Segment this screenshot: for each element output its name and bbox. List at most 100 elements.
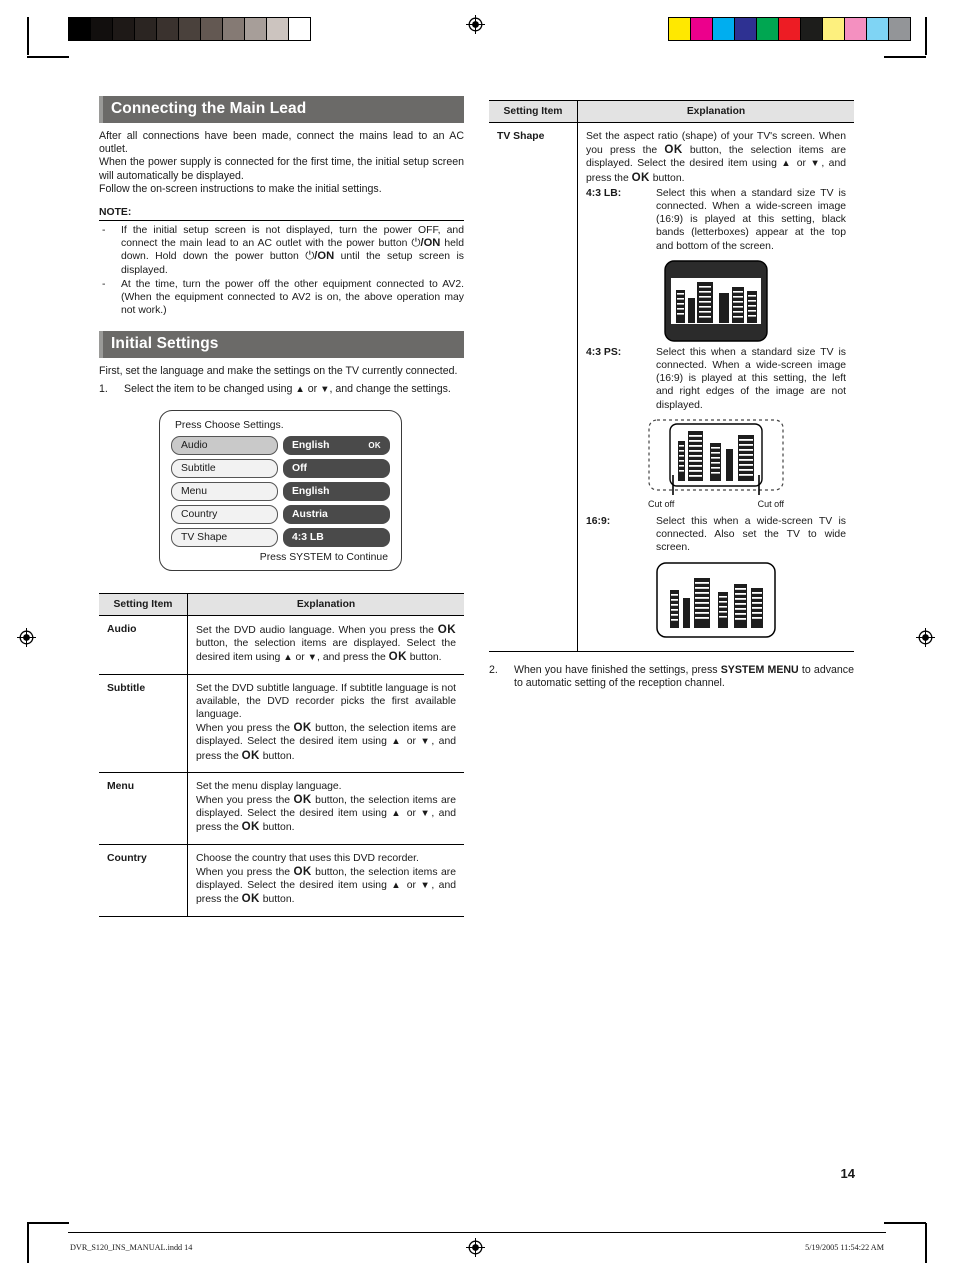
text-run: button. <box>649 172 685 184</box>
definition-term-4-3-lb: 4:3 LB: <box>586 187 622 199</box>
calibration-swatch <box>779 18 801 40</box>
up-arrow-icon: ▲ <box>295 383 305 395</box>
arrow-icon: ▲ <box>781 158 793 170</box>
text-run: Set the DVD subtitle language. If subtit… <box>196 682 456 721</box>
definition-4-3-lb: 4:3 LB: Select this when a standard size… <box>586 187 846 253</box>
osd-value-subtitle[interactable]: Off <box>283 459 390 479</box>
osd-title: Press Choose Settings. <box>175 420 284 432</box>
note-on-label-1: /ON <box>420 237 441 250</box>
definition-text-4-3-lb: Select this when a standard size TV is c… <box>656 187 846 252</box>
text-run: or <box>402 880 421 892</box>
osd-value-country[interactable]: Austria <box>283 505 390 525</box>
osd-key-tv-shape: TV Shape <box>171 528 278 548</box>
setting-item-country: Country <box>99 844 188 917</box>
registration-mark-left <box>17 628 36 647</box>
table-header-row: Setting Item Explanation <box>489 100 854 123</box>
step-2-number: 2. <box>489 663 498 676</box>
right-column: Setting Item Explanation TV Shape Set th… <box>489 100 854 690</box>
note-on-label-2: /ON <box>314 250 335 263</box>
osd-row-subtitle[interactable]: Subtitle Off <box>171 459 390 479</box>
note-text: At the time, turn the power off the othe… <box>121 278 464 317</box>
text-run: or <box>402 736 421 748</box>
osd-value-country-text: Austria <box>292 509 328 521</box>
calibration-swatch <box>289 18 310 40</box>
osd-value-menu[interactable]: English <box>283 482 390 502</box>
ok-button-glyph: OK <box>631 170 650 184</box>
table-row: Subtitle Set the DVD subtitle language. … <box>99 674 464 773</box>
text-run: button. <box>259 894 295 906</box>
osd-footer-hint: Press SYSTEM to Continue <box>259 552 388 564</box>
intro-paragraph-2: When the power supply is connected for t… <box>99 156 464 182</box>
text-run: button. <box>259 750 295 762</box>
arrow-icon: ▲ <box>391 880 403 892</box>
crop-line-bottom-left <box>27 1223 29 1263</box>
calibration-swatch <box>245 18 267 40</box>
calibration-swatch <box>267 18 289 40</box>
settings-explanation-table-left: Setting Item Explanation Audio Set the D… <box>99 593 464 917</box>
osd-row-tv-shape[interactable]: TV Shape 4:3 LB <box>171 528 390 548</box>
definition-term-16-9: 16:9: <box>586 516 611 528</box>
ok-button-glyph: OK <box>241 820 260 834</box>
osd-value-audio[interactable]: English OK <box>283 436 390 456</box>
calibration-swatch <box>69 18 91 40</box>
ok-button-glyph: OK <box>437 623 456 637</box>
note-bullet-dash: - <box>102 225 106 237</box>
crop-line-bottom-right <box>925 1223 927 1263</box>
definition-4-3-ps: 4:3 PS: Select this when a standard size… <box>586 346 846 412</box>
system-menu-keyword: SYSTEM MENU <box>720 663 799 676</box>
calibration-swatch <box>713 18 735 40</box>
ok-button-glyph: OK <box>388 650 407 664</box>
calibration-swatch <box>135 18 157 40</box>
ok-button-glyph: OK <box>241 892 260 906</box>
osd-key-menu: Menu <box>171 482 278 502</box>
calibration-swatch <box>669 18 691 40</box>
setting-item-menu: Menu <box>99 772 188 845</box>
osd-row-audio[interactable]: Audio English OK <box>171 436 390 456</box>
registration-mark-bottom <box>466 1238 485 1257</box>
calibration-swatch <box>889 18 910 40</box>
osd-value-tv-shape[interactable]: 4:3 LB <box>283 528 390 548</box>
arrow-icon: ▼ <box>307 652 318 664</box>
registration-mark-right <box>916 628 935 647</box>
explanation-tv-shape: Set the aspect ratio (shape) of your TV'… <box>577 122 854 652</box>
cutoff-label-left: Cut off <box>648 498 675 509</box>
explanation-subtitle: Set the DVD subtitle language. If subtit… <box>187 674 464 773</box>
footer-timestamp: 5/19/2005 11:54:22 AM <box>805 1243 884 1252</box>
note-label: NOTE: <box>99 207 132 219</box>
footer-divider <box>68 1232 886 1233</box>
explanation-menu: Set the menu display language. When you p… <box>187 772 464 845</box>
calibration-swatch <box>845 18 867 40</box>
settings-explanation-table-right: Setting Item Explanation TV Shape Set th… <box>489 100 854 652</box>
step-2: 2. When you have finished the settings, … <box>489 664 854 691</box>
osd-panel: Press Choose Settings. Audio English OK … <box>159 410 402 572</box>
text-run: button. <box>259 822 295 834</box>
tv-shape-intro: Set the aspect ratio (shape) of your TV'… <box>586 130 846 185</box>
pan-scan-tv-figure: Cut off Cut off <box>586 419 846 511</box>
column-header-setting-item: Setting Item <box>99 593 188 617</box>
note-list: - If the initial setup screen is not dis… <box>99 224 464 317</box>
crop-line-top-right <box>925 17 927 55</box>
step-2-text-pre: When you have finished the settings, pre… <box>514 663 721 676</box>
definition-text-16-9: Select this when a wide-screen TV is con… <box>656 516 846 554</box>
left-column: Connecting the Main Lead After all conne… <box>99 96 464 917</box>
osd-row-menu[interactable]: Menu English <box>171 482 390 502</box>
text-run: Choose the country that uses this DVD re… <box>196 852 419 864</box>
osd-figure: Press Choose Settings. Audio English OK … <box>159 410 402 572</box>
note-bullet-dash: - <box>102 278 106 290</box>
calibration-swatch <box>691 18 713 40</box>
ok-button-glyph: OK <box>293 721 312 735</box>
table-row: Audio Set the DVD audio language. When y… <box>99 615 464 675</box>
calibration-swatch <box>157 18 179 40</box>
column-header-explanation: Explanation <box>187 593 464 617</box>
arrow-icon: ▼ <box>810 158 822 170</box>
calibration-swatch <box>823 18 845 40</box>
registration-mark-top <box>466 15 485 34</box>
arrow-icon: ▲ <box>391 736 403 748</box>
text-run: , and press the <box>317 652 389 664</box>
arrow-icon: ▼ <box>420 808 432 820</box>
osd-row-country[interactable]: Country Austria <box>171 505 390 525</box>
calibration-swatch <box>179 18 201 40</box>
text-run: Set the menu display language. <box>196 780 342 792</box>
section-heading-initial-settings: Initial Settings <box>99 331 464 359</box>
note-divider <box>99 220 464 222</box>
